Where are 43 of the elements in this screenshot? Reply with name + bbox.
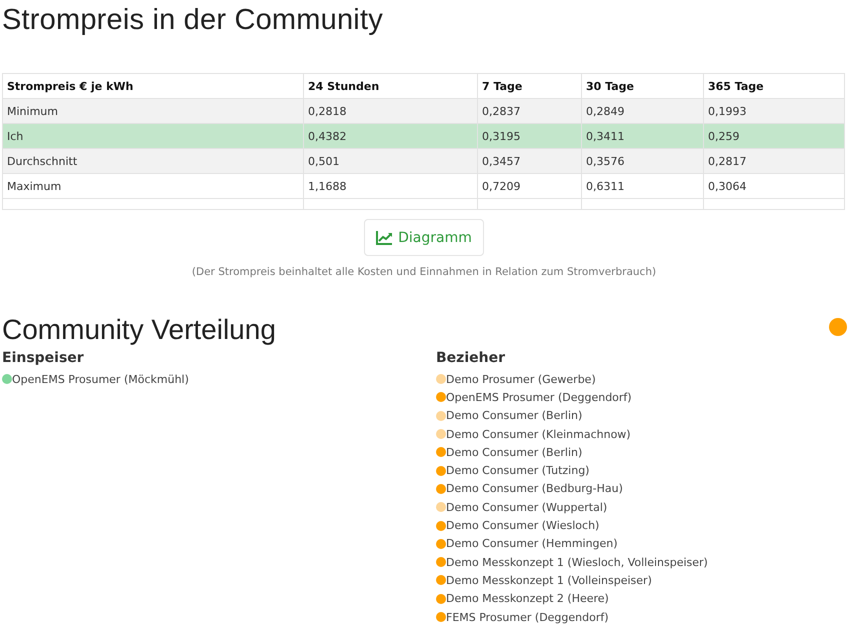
table-cell: 0,2817 xyxy=(704,148,844,174)
member-name: OpenEMS Prosumer (Möckmühl) xyxy=(12,372,189,386)
table-cell: 0,2818 xyxy=(304,98,478,124)
column-header: 365 Tage xyxy=(704,74,844,98)
diagram-button[interactable]: Diagramm xyxy=(364,219,484,256)
member-name: FEMS Prosumer (Deggendorf) xyxy=(446,610,609,624)
member-name: Demo Consumer (Hemmingen) xyxy=(446,537,618,550)
member-name: Demo Consumer (Kleinmachnow) xyxy=(446,428,631,441)
table-cell: 0,1993 xyxy=(704,98,844,124)
member-name: Demo Consumer (Wiesloch) xyxy=(446,519,600,532)
table-cell: 0,501 xyxy=(304,148,478,174)
member-name: Demo Consumer (Wuppertal) xyxy=(446,500,608,514)
member-name: Demo Consumer (Berlin) xyxy=(446,446,582,459)
note-text: (Der Strompreis beinhaltet alle Kosten und Einnahmen in Relation zum Stromverbrauch) xyxy=(192,266,656,278)
section-title: Community Verteilung xyxy=(2,314,276,346)
table-cell: Minimum xyxy=(2,98,304,124)
table-cell: 0,259 xyxy=(704,124,844,148)
page-title: Strompreis in der Community xyxy=(2,3,384,38)
line-chart-icon xyxy=(376,230,394,244)
table-cell: Durchschnitt xyxy=(2,148,304,174)
member-name: Demo Messkonzept 1 (Volleinspeiser) xyxy=(446,574,652,587)
table-cell: 0,3195 xyxy=(478,124,582,148)
column-header: Strompreis € je kWh xyxy=(2,74,304,98)
status-dot xyxy=(829,318,847,336)
member-name: Demo Consumer (Tutzing) xyxy=(446,464,590,478)
group-heading: Einspeiser xyxy=(2,350,85,366)
table-cell: 0,2849 xyxy=(582,98,704,124)
table-cell: 0,3457 xyxy=(478,148,582,174)
column-header: 24 Stunden xyxy=(304,74,478,98)
table-cell: 0,2837 xyxy=(478,98,582,124)
member-name: Demo Prosumer (Gewerbe) xyxy=(446,372,596,386)
column-header: 7 Tage xyxy=(478,74,582,98)
member-name: Demo Messkonzept 2 (Heere) xyxy=(446,592,609,606)
table-cell: 0,3411 xyxy=(582,124,704,148)
table-cell: Ich xyxy=(2,124,304,148)
member-name: Demo Consumer (Berlin) xyxy=(446,409,582,422)
member-name: Demo Messkonzept 1 (Wiesloch, Volleinspeiser) xyxy=(446,556,708,569)
group-heading: Bezieher xyxy=(436,350,506,366)
table-cell: 0,3576 xyxy=(582,148,704,174)
column-header: 30 Tage xyxy=(582,74,704,98)
member-name: OpenEMS Prosumer (Deggendorf) xyxy=(446,390,632,404)
member-name: Demo Consumer (Bedburg-Hau) xyxy=(446,482,623,496)
table-cell: 0,4382 xyxy=(304,124,478,148)
